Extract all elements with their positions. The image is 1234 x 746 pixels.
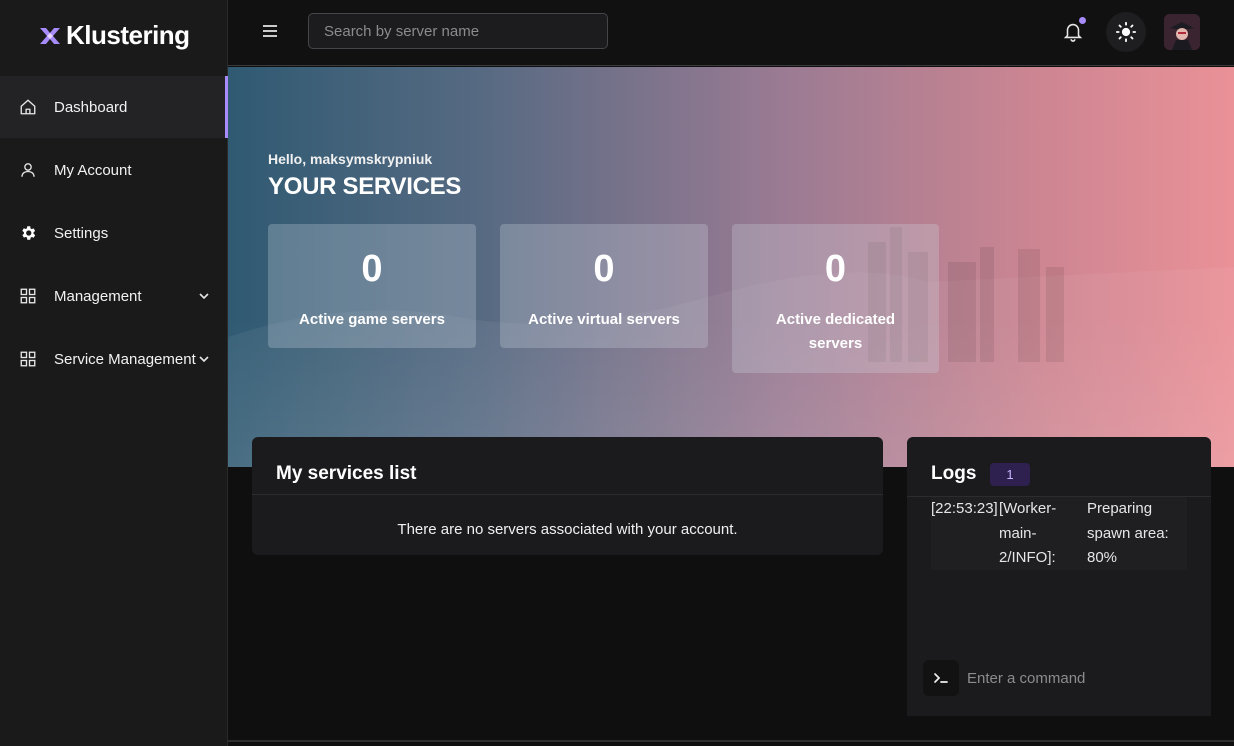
stat-label: Active dedicated servers [775, 311, 896, 352]
sidebar-item-service-management[interactable]: Service Management [0, 328, 228, 390]
services-panel: My services list There are no servers as… [252, 437, 883, 555]
sidebar-item-label: Service Management [54, 350, 196, 368]
topbar [228, 0, 1234, 66]
sun-icon [1115, 21, 1137, 43]
hero-banner: Hello, maksymskrypniuk YOUR SERVICES 0 A… [228, 67, 1234, 467]
stat-card-dedicated-servers[interactable]: 0 Active dedicated servers [732, 224, 939, 373]
sidebar-item-label: Management [54, 287, 142, 305]
stat-label: Active game servers [299, 311, 445, 328]
notification-dot [1079, 17, 1086, 24]
sidebar-nav: Dashboard My Account Settings Management [0, 76, 228, 391]
avatar-image [1164, 14, 1200, 50]
sidebar-item-my-account[interactable]: My Account [0, 139, 228, 201]
sidebar-item-settings[interactable]: Settings [0, 202, 228, 264]
sidebar: Klustering Dashboard My Account Settings… [0, 0, 228, 746]
log-source: [Worker-main-2/INFO]: [999, 500, 1057, 566]
command-input[interactable] [965, 663, 1195, 693]
log-entry: [22:53:23] [Worker-main-2/INFO]: Prepari… [931, 497, 1187, 570]
footer-divider [228, 740, 1234, 742]
log-timestamp: [22:53:23] [931, 500, 998, 517]
logs-title: Logs [931, 463, 977, 484]
logo-icon [40, 27, 60, 44]
brand-logo[interactable]: Klustering [38, 20, 190, 51]
stat-value: 0 [361, 248, 383, 290]
menu-icon[interactable] [261, 22, 279, 40]
page-title: YOUR SERVICES [268, 173, 462, 200]
avatar[interactable] [1164, 14, 1200, 50]
chevron-down-icon [199, 293, 209, 300]
services-title: My services list [276, 463, 417, 484]
brand-name: Klustering [66, 20, 190, 50]
gear-icon [19, 224, 37, 242]
log-message: Preparing spawn area: 80% [1087, 500, 1169, 566]
sidebar-item-management[interactable]: Management [0, 265, 228, 327]
theme-toggle-button[interactable] [1106, 12, 1146, 52]
stat-label: Active virtual servers [528, 311, 680, 328]
sidebar-item-label: Dashboard [54, 98, 128, 116]
notifications-button[interactable] [1062, 17, 1086, 42]
chevron-down-icon [199, 356, 209, 363]
stat-value: 0 [824, 248, 847, 290]
divider [252, 494, 883, 495]
user-icon [19, 161, 37, 179]
empty-state-message: There are no servers associated with you… [397, 521, 738, 538]
stat-card-virtual-servers[interactable]: 0 Active virtual servers [500, 224, 708, 348]
grid-icon [19, 350, 37, 368]
logs-count-badge: 1 [990, 463, 1030, 486]
search-input[interactable] [308, 13, 608, 49]
sidebar-item-label: My Account [54, 161, 132, 179]
logs-panel: Logs 1 [22:53:23] [Worker-main-2/INFO]: … [907, 437, 1211, 716]
grid-icon [19, 287, 37, 305]
sidebar-item-dashboard[interactable]: Dashboard [0, 76, 228, 138]
stat-card-game-servers[interactable]: 0 Active game servers [268, 224, 476, 348]
sidebar-item-label: Settings [54, 224, 109, 242]
terminal-icon [923, 660, 959, 696]
home-icon [19, 98, 37, 116]
greeting-text: Hello, maksymskrypniuk [268, 151, 433, 167]
stat-value: 0 [593, 248, 615, 290]
